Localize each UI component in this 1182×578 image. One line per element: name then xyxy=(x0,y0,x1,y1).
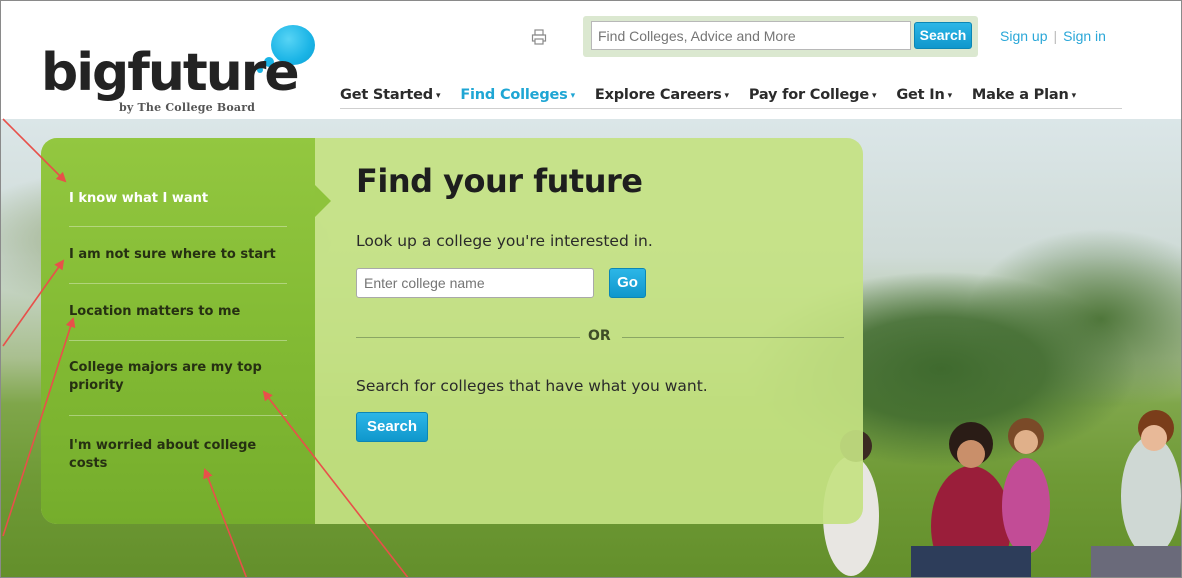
chevron-down-icon: ▾ xyxy=(724,90,730,101)
page-frame: bigfuture by The College Board Search Si… xyxy=(0,0,1182,578)
chevron-down-icon: ▾ xyxy=(872,90,877,101)
nav-get-in[interactable]: Get In ▾ xyxy=(896,87,952,103)
sidebar-item-know-what-i-want[interactable]: I know what I want xyxy=(69,190,289,208)
chevron-down-icon: ▾ xyxy=(570,90,576,101)
main-nav: Get Started ▾ Find Colleges ▾ Explore Care… xyxy=(340,81,1122,109)
sidebar-divider xyxy=(69,283,287,284)
nav-make-a-plan[interactable]: Make a Plan ▾ xyxy=(972,87,1076,103)
main-content: Find your future Look up a college you'r… xyxy=(315,138,863,524)
logo[interactable]: bigfuture xyxy=(41,45,300,101)
auth-separator: | xyxy=(1053,28,1058,44)
lookup-prompt: Look up a college you're interested in. xyxy=(356,232,653,250)
nav-get-started[interactable]: Get Started ▾ xyxy=(340,87,441,103)
nav-pay-for-college[interactable]: Pay for College ▾ xyxy=(749,87,877,103)
site-search-button[interactable]: Search xyxy=(914,22,972,49)
path-sidebar: I know what I want I am not sure where t… xyxy=(41,138,315,524)
nav-explore-careers[interactable]: Explore Careers ▾ xyxy=(595,87,729,103)
chevron-down-icon: ▾ xyxy=(947,90,953,101)
or-label: OR xyxy=(588,328,611,344)
find-future-panel: I know what I want I am not sure where t… xyxy=(41,138,863,524)
sidebar-divider xyxy=(69,226,287,227)
search-prompt: Search for colleges that have what you w… xyxy=(356,377,708,395)
chevron-down-icon: ▾ xyxy=(1071,90,1077,101)
or-divider-left xyxy=(356,337,580,338)
go-button[interactable]: Go xyxy=(609,268,646,298)
students-photo xyxy=(823,410,1181,577)
sidebar-item-location[interactable]: Location matters to me xyxy=(69,303,289,321)
college-name-input[interactable] xyxy=(356,268,594,298)
sign-in-link[interactable]: Sign in xyxy=(1063,28,1106,44)
sidebar-divider xyxy=(69,340,287,341)
auth-links: Sign up | Sign in xyxy=(1000,28,1106,44)
nav-find-colleges[interactable]: Find Colleges ▾ xyxy=(460,87,575,103)
or-divider-right xyxy=(622,337,844,338)
logo-subtitle: by The College Board xyxy=(119,101,256,114)
sidebar-item-majors[interactable]: College majors are my top priority xyxy=(69,359,289,395)
sidebar-item-not-sure[interactable]: I am not sure where to start xyxy=(69,246,289,264)
sign-up-link[interactable]: Sign up xyxy=(1000,28,1047,44)
page-title: Find your future xyxy=(356,162,643,200)
site-search-input[interactable] xyxy=(591,21,911,50)
sidebar-divider xyxy=(69,415,287,416)
sidebar-item-costs[interactable]: I'm worried about college costs xyxy=(69,437,289,473)
chevron-down-icon: ▾ xyxy=(435,90,441,101)
college-search-button[interactable]: Search xyxy=(356,412,428,442)
print-icon[interactable] xyxy=(531,29,547,45)
